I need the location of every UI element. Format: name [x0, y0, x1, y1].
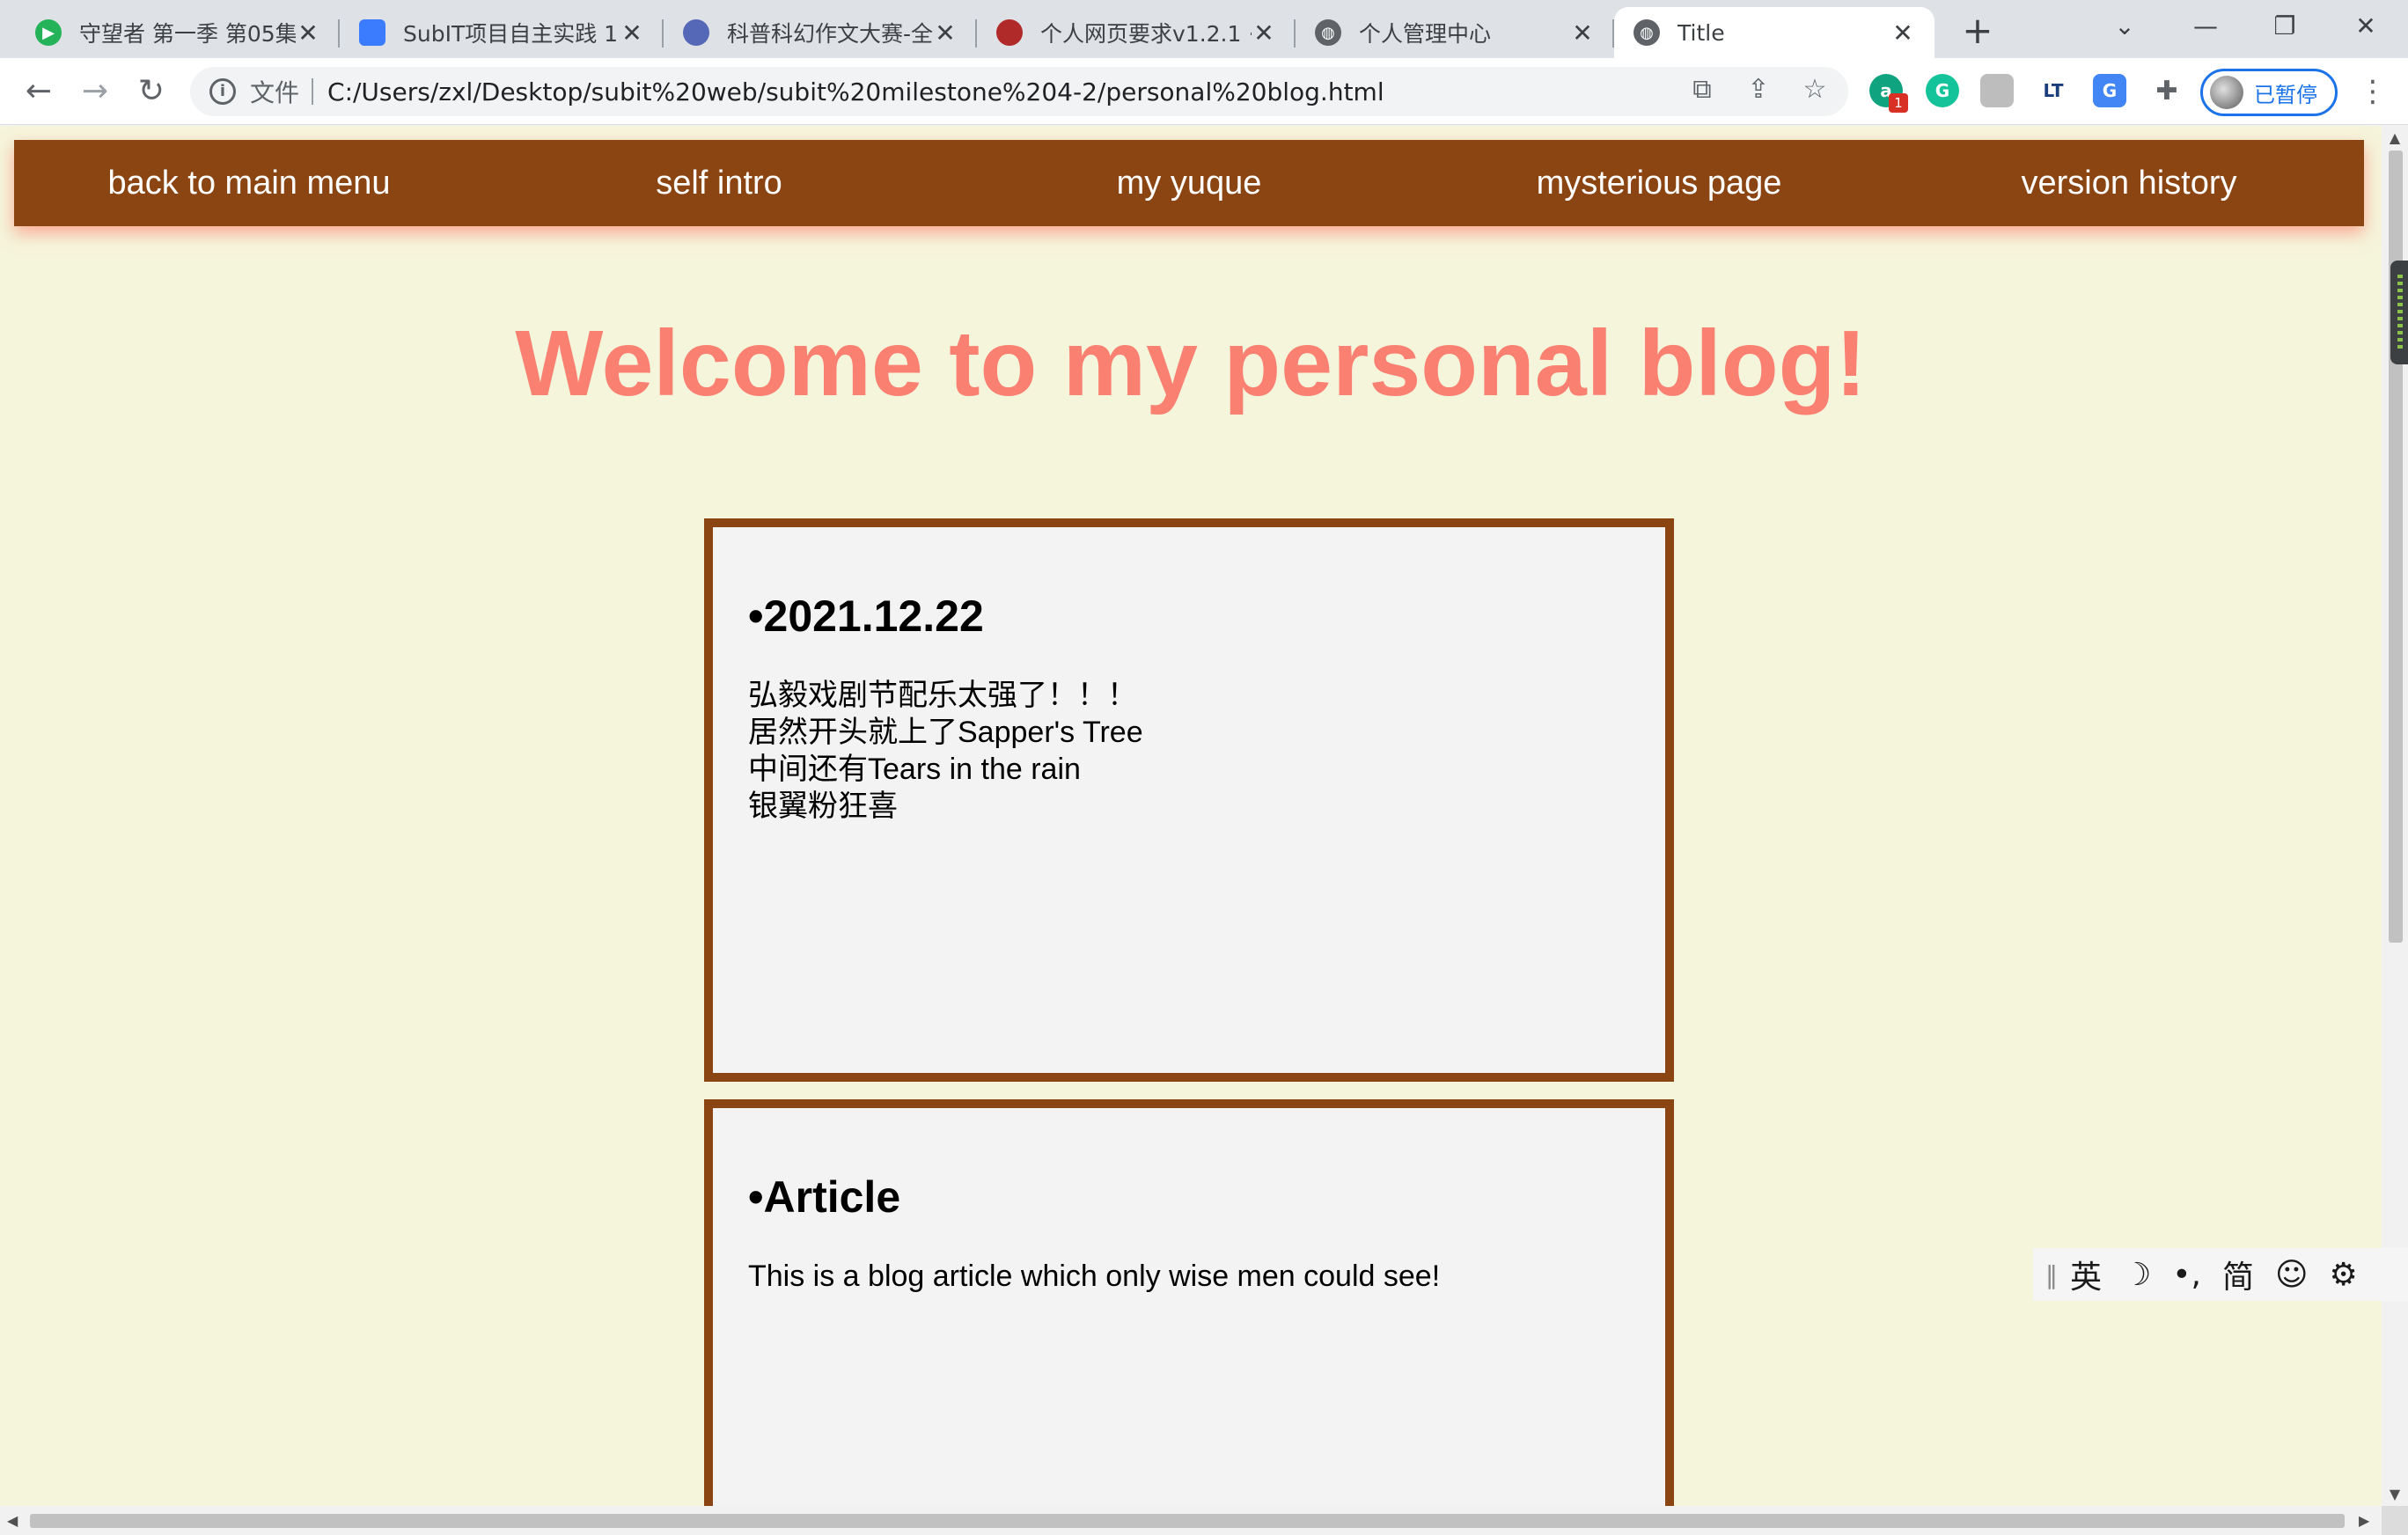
globe-icon: ◍ [1315, 19, 1341, 46]
languagetool-icon[interactable]: LT [2037, 74, 2070, 107]
share-icon[interactable]: ⇪ [1741, 70, 1776, 109]
grammarly-icon[interactable]: G [1926, 74, 1959, 107]
post-title: •Article [748, 1172, 901, 1222]
address-bar[interactable]: i 文件 C:/Users/zxl/Desktop/subit%20web/su… [190, 67, 1848, 116]
ime-emoji-icon[interactable]: ☺ [2275, 1257, 2309, 1293]
post-line: 银翼粉狂喜 [748, 790, 898, 823]
horizontal-scrollbar[interactable]: ◀ ▶ [0, 1506, 2382, 1535]
new-tab-button[interactable]: + [1956, 9, 2000, 53]
post-line: 中间还有Tears in the rain [748, 753, 1081, 786]
tab-title: 个人管理中心 [1359, 21, 1492, 47]
tab-3[interactable]: 科普科幻作文大赛-全 ✕ [664, 7, 977, 58]
ime-language-toggle[interactable]: 英 [2070, 1252, 2102, 1297]
horizontal-scroll-thumb[interactable] [30, 1514, 2345, 1528]
close-icon[interactable]: ✕ [620, 18, 644, 48]
tab-6-active[interactable]: ◍ Title ✕ [1614, 7, 1934, 58]
profile-status: 已暂停 [2254, 82, 2317, 107]
scroll-down-icon[interactable]: ▼ [2382, 1486, 2408, 1502]
scroll-right-icon[interactable]: ▶ [2359, 1506, 2369, 1535]
nav-back-to-main-menu[interactable]: back to main menu [14, 140, 484, 226]
tab-search-icon[interactable]: ⌄ [2089, 0, 2160, 53]
globe-icon: ◍ [1633, 19, 1660, 46]
page-viewport: back to main menu self intro my yuque my… [0, 126, 2382, 1506]
ime-moon-icon[interactable]: ☽ [2123, 1257, 2151, 1293]
window-close-icon[interactable]: ✕ [2331, 0, 2401, 53]
doc-icon [359, 19, 385, 46]
ime-toolbar: ‖ 英 ☽ •, 简 ☺ ⚙ [2033, 1248, 2408, 1301]
site-nav: back to main menu self intro my yuque my… [14, 140, 2364, 226]
tab-1[interactable]: ▶ 守望者 第一季 第05集 ✕ [16, 7, 340, 58]
nav-mysterious-page[interactable]: mysterious page [1424, 140, 1894, 226]
post-line: 居然开头就上了Sapper's Tree [748, 716, 1143, 749]
post-line: This is a blog article which only wise m… [748, 1260, 1441, 1293]
blog-post: •2021.12.22 弘毅戏剧节配乐太强了！！！ 居然开头就上了Sapper'… [704, 518, 1674, 1082]
reload-icon[interactable]: ↻ [130, 70, 173, 113]
play-icon: ▶ [35, 19, 62, 46]
forward-icon[interactable]: → [74, 70, 116, 113]
profile-button[interactable]: 已暂停 [2200, 69, 2338, 116]
nav-self-intro[interactable]: self intro [484, 140, 954, 226]
ime-charset-toggle[interactable]: 简 [2222, 1252, 2254, 1297]
post-title: •2021.12.22 [748, 591, 984, 641]
ime-punctuation-toggle[interactable]: •, [2172, 1257, 2201, 1293]
tab-title: 个人网页要求v1.2.1 · [1040, 21, 1252, 47]
back-icon[interactable]: ← [18, 70, 60, 113]
tab-title: Title [1678, 19, 1725, 46]
extension-badge: 1 [1889, 93, 1908, 113]
extension-grey-icon[interactable] [1980, 74, 2014, 107]
tab-5[interactable]: ◍ 个人管理中心 ✕ [1296, 7, 1614, 58]
ime-grip-icon[interactable]: ‖ [2045, 1260, 2058, 1289]
bookmark-star-icon[interactable]: ☆ [1797, 70, 1832, 109]
nav-my-yuque[interactable]: my yuque [954, 140, 1424, 226]
scroll-up-icon[interactable]: ▲ [2382, 129, 2408, 146]
browser-toolbar: ← → ↻ i 文件 C:/Users/zxl/Desktop/subit%20… [0, 58, 2408, 125]
close-icon[interactable]: ✕ [1252, 18, 1276, 48]
tab-title: SubIT项目自主实践 1. [403, 21, 620, 47]
restore-icon[interactable]: ❐ [2250, 0, 2320, 53]
post-line: 弘毅戏剧节配乐太强了！！！ [748, 679, 1137, 712]
scrollbar-corner [2382, 1506, 2408, 1535]
page-title: Welcome to my personal blog! [515, 312, 1867, 415]
avatar [2210, 76, 2243, 109]
url-text[interactable]: C:/Users/zxl/Desktop/subit%20web/subit%2… [327, 77, 1384, 106]
tab-2[interactable]: SubIT项目自主实践 1. ✕ [340, 7, 664, 58]
close-icon[interactable]: ✕ [933, 18, 958, 48]
browser-menu-icon[interactable]: ⋮ [2355, 70, 2390, 113]
translate-icon[interactable]: ⧉ [1685, 70, 1720, 109]
minimize-icon[interactable]: — [2170, 0, 2241, 53]
address-divider [312, 78, 314, 105]
tab-strip: ▶ 守望者 第一季 第05集 ✕ SubIT项目自主实践 1. ✕ 科普科幻作文… [0, 0, 2408, 58]
tab-title: 科普科幻作文大赛-全 [727, 21, 933, 47]
nav-version-history[interactable]: version history [1894, 140, 2364, 226]
scroll-left-icon[interactable]: ◀ [7, 1506, 18, 1535]
blog-post: •Article This is a blog article which on… [704, 1099, 1674, 1506]
side-widget-handle[interactable] [2390, 261, 2408, 364]
ime-settings-icon[interactable]: ⚙ [2330, 1257, 2358, 1293]
tab-4[interactable]: 个人网页要求v1.2.1 · ✕ [977, 7, 1296, 58]
close-icon[interactable]: ✕ [296, 18, 320, 48]
close-icon[interactable]: ✕ [1570, 18, 1595, 48]
scheme-label: 文件 [250, 78, 300, 107]
extensions-puzzle-icon[interactable]: ✚ [2149, 72, 2184, 111]
site-icon [683, 19, 709, 46]
close-icon[interactable]: ✕ [1890, 18, 1915, 48]
site-icon [996, 19, 1023, 46]
tab-title: 守望者 第一季 第05集 [79, 21, 296, 47]
google-translate-icon[interactable]: G [2093, 74, 2126, 107]
info-icon[interactable]: i [209, 78, 236, 105]
